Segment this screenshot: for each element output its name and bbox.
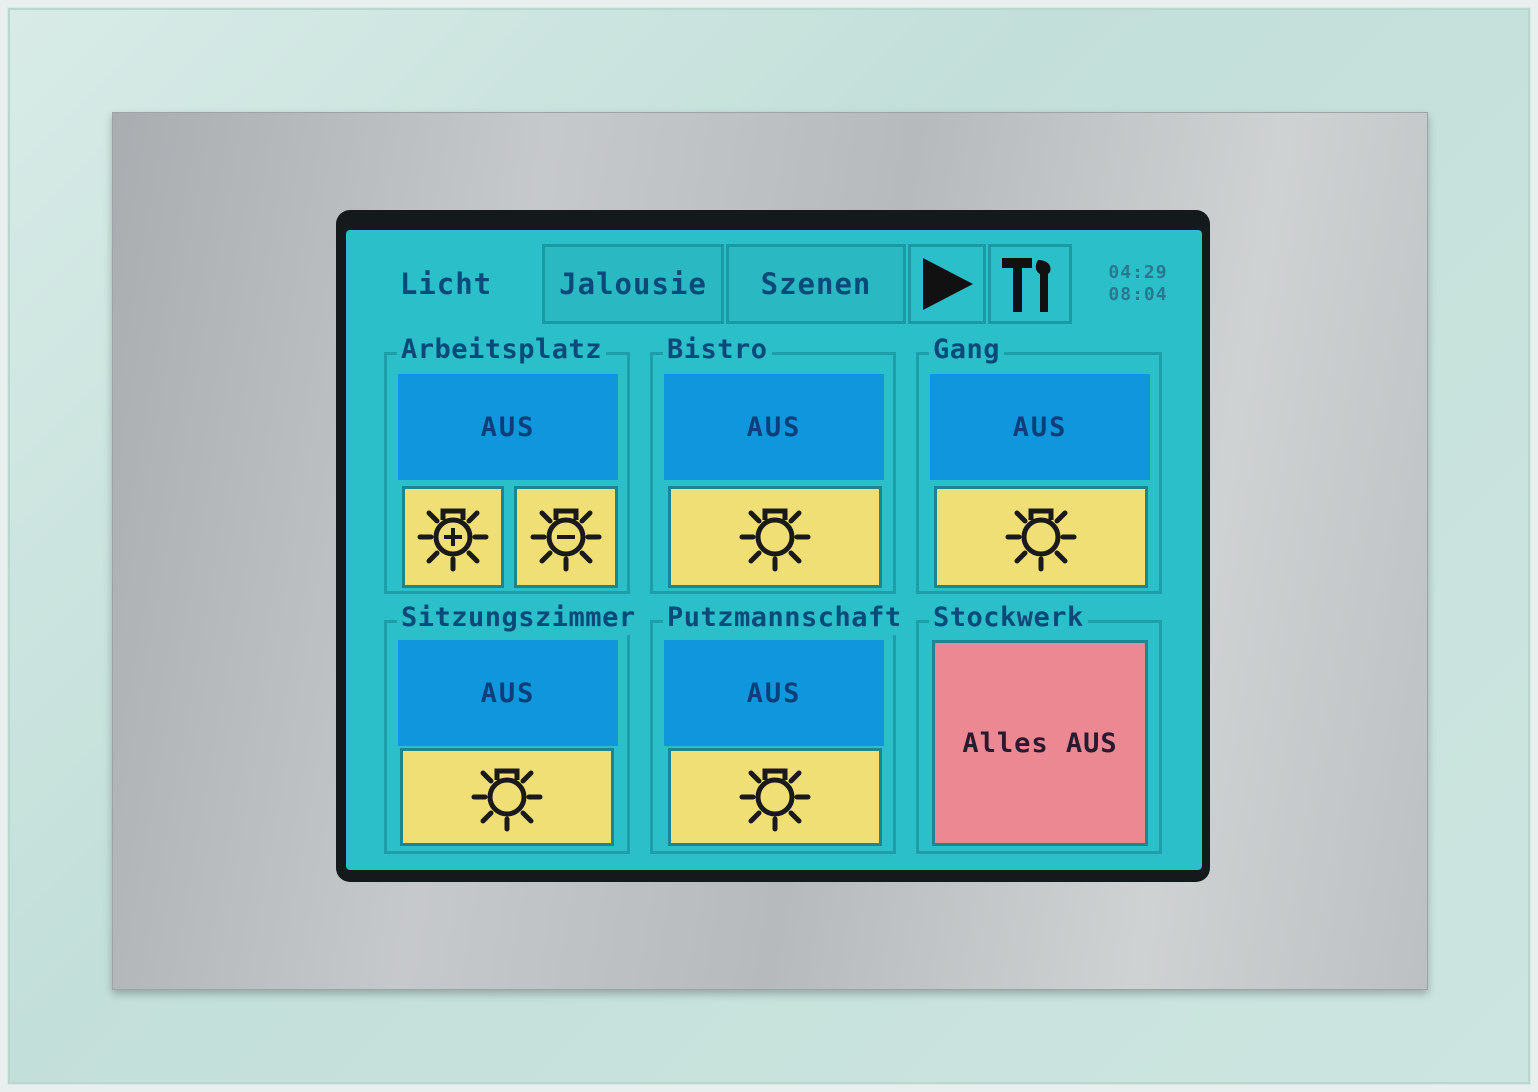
hammer-wrench-icon (1002, 258, 1051, 312)
sun-plus-icon (413, 497, 493, 577)
group-label: Putzmannschaft (663, 601, 906, 635)
status-button-bistro[interactable]: AUS (664, 374, 884, 480)
sun-icon (1001, 497, 1081, 577)
sun-icon (735, 497, 815, 577)
group-label: Gang (929, 333, 1005, 367)
status-button-arbeitsplatz[interactable]: AUS (398, 374, 618, 480)
tab-szenen[interactable]: Szenen (726, 244, 906, 324)
sun-icon (467, 757, 547, 837)
sun-minus-icon (526, 497, 606, 577)
light-toggle-button[interactable] (668, 748, 882, 846)
touch-screen: Licht Jalousie Szenen 04:29 08:04 Arbeit… (346, 230, 1202, 870)
settings-button[interactable] (988, 244, 1072, 324)
play-arrow-icon (923, 258, 973, 310)
clock-display: 04:29 08:04 (1084, 244, 1192, 324)
clock-line-2: 08:04 (1108, 284, 1168, 305)
group-label: Stockwerk (929, 601, 1088, 635)
status-button-sitzungszimmer[interactable]: AUS (398, 640, 618, 746)
group-label: Sitzungszimmer (397, 601, 640, 635)
group-label: Arbeitsplatz (397, 333, 607, 367)
tab-jalousie[interactable]: Jalousie (542, 244, 724, 324)
all-off-button[interactable]: Alles AUS (932, 640, 1148, 846)
light-toggle-button[interactable] (668, 486, 882, 588)
dim-up-button[interactable] (402, 486, 504, 588)
status-button-putzmannschaft[interactable]: AUS (664, 640, 884, 746)
next-button[interactable] (908, 244, 986, 324)
sun-icon (735, 757, 815, 837)
light-toggle-button[interactable] (400, 748, 614, 846)
status-button-gang[interactable]: AUS (930, 374, 1150, 480)
clock-line-1: 04:29 (1108, 262, 1168, 283)
group-label: Bistro (663, 333, 772, 367)
light-toggle-button[interactable] (934, 486, 1148, 588)
tab-licht[interactable]: Licht (366, 244, 526, 324)
dim-down-button[interactable] (514, 486, 618, 588)
